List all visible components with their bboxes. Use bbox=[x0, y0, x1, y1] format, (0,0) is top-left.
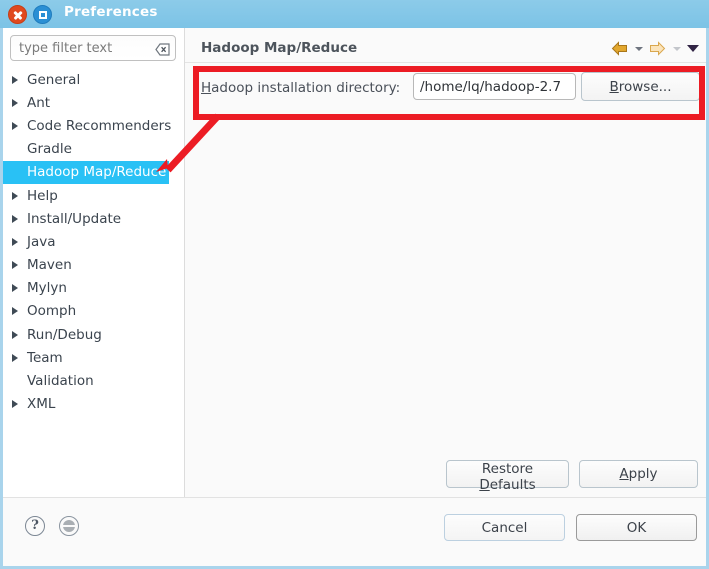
sidebar-item-code-recommenders[interactable]: Code Recommenders bbox=[3, 114, 184, 137]
help-icon[interactable]: ? bbox=[25, 516, 45, 536]
back-arrow-icon[interactable] bbox=[610, 39, 629, 58]
maximize-icon[interactable] bbox=[33, 5, 52, 24]
view-menu-chevron-down-icon[interactable] bbox=[686, 39, 699, 58]
browse-mnemonic: B bbox=[609, 78, 619, 95]
clear-filter-icon[interactable] bbox=[155, 41, 170, 56]
sidebar-item-label: Ant bbox=[27, 94, 51, 111]
dialog-footer: ? Cancel OK bbox=[3, 497, 706, 566]
close-icon[interactable] bbox=[8, 5, 27, 24]
hadoop-installation-directory-label: Hadoop installation directory: bbox=[201, 80, 400, 96]
expand-triangle-icon[interactable] bbox=[12, 307, 27, 316]
sidebar-item-team[interactable]: Team bbox=[3, 346, 184, 369]
sidebar-item-general[interactable]: General bbox=[3, 68, 184, 91]
apply-mnemonic: A bbox=[619, 466, 629, 482]
sidebar-item-help[interactable]: Help bbox=[3, 184, 184, 207]
restore-prefix: Restore bbox=[481, 461, 534, 477]
expand-triangle-icon[interactable] bbox=[12, 98, 27, 107]
sidebar-item-mylyn[interactable]: Mylyn bbox=[3, 277, 184, 300]
sidebar-item-maven[interactable]: Maven bbox=[3, 254, 184, 277]
sidebar-item-label: Team bbox=[27, 349, 63, 366]
hadoop-installation-directory-row: Hadoop installation directory: Browse... bbox=[185, 70, 706, 108]
sidebar-item-label: XML bbox=[27, 396, 56, 413]
expand-triangle-icon[interactable] bbox=[12, 75, 27, 84]
window-titlebar: Preferences bbox=[0, 0, 709, 28]
page-navigation-toolbar bbox=[610, 39, 699, 58]
expand-triangle-icon[interactable] bbox=[12, 353, 27, 362]
apply-rest: pply bbox=[628, 466, 658, 482]
restore-mnemonic: D bbox=[479, 477, 490, 493]
label-mnemonic: H bbox=[201, 80, 212, 96]
sidebar-item-oomph[interactable]: Oomph bbox=[3, 300, 184, 323]
sidebar-item-label: Hadoop Map/Reduce bbox=[27, 164, 167, 181]
expand-triangle-icon[interactable] bbox=[12, 330, 27, 339]
sidebar-item-label: Run/Debug bbox=[27, 326, 102, 343]
dialog-action-buttons: Cancel OK bbox=[444, 514, 697, 541]
preferences-tree-pane: General Ant Code Recommenders Gradle Hadoop … bbox=[3, 28, 185, 497]
browse-text: rowse... bbox=[618, 78, 672, 95]
sidebar-item-label: Gradle bbox=[27, 141, 72, 158]
back-history-chevron-down-icon[interactable] bbox=[632, 39, 645, 58]
window-title: Preferences bbox=[64, 4, 158, 20]
ok-button[interactable]: OK bbox=[576, 514, 697, 541]
sidebar-item-install-update[interactable]: Install/Update bbox=[3, 207, 184, 230]
restore-rest: efaults bbox=[489, 477, 536, 493]
sidebar-item-label: Code Recommenders bbox=[27, 117, 172, 134]
sidebar-item-ant[interactable]: Ant bbox=[3, 91, 184, 114]
preferences-dialog: Preferences GeneralAntCode RecommendersG… bbox=[0, 0, 709, 569]
expand-triangle-icon[interactable] bbox=[12, 400, 27, 409]
preference-page-hadoop-map-reduce: Hadoop Map/Reduce Hadoop installation di… bbox=[185, 28, 706, 497]
sidebar-item-run-debug[interactable]: Run/Debug bbox=[3, 323, 184, 346]
search-input[interactable] bbox=[10, 35, 176, 61]
sidebar-item-label: Install/Update bbox=[27, 210, 122, 227]
expand-triangle-icon[interactable] bbox=[12, 261, 27, 270]
dialog-content: General Ant Code Recommenders Gradle Hadoop … bbox=[3, 28, 706, 497]
page-action-buttons: Restore Defaults Apply bbox=[446, 460, 698, 493]
sidebar-item-gradle[interactable]: Gradle bbox=[3, 138, 184, 161]
sidebar-item-label: Java bbox=[27, 233, 56, 250]
expand-triangle-icon[interactable] bbox=[12, 191, 27, 200]
sidebar-item-label: Validation bbox=[27, 373, 94, 390]
page-title: Hadoop Map/Reduce bbox=[201, 40, 358, 56]
sidebar-item-label: General bbox=[27, 71, 81, 88]
shell-status-icon[interactable] bbox=[59, 516, 79, 536]
forward-history-chevron-down-icon[interactable] bbox=[670, 39, 683, 58]
header-divider bbox=[185, 62, 706, 63]
sidebar-item-label: Oomph bbox=[27, 303, 77, 320]
cancel-button[interactable]: Cancel bbox=[444, 514, 565, 541]
expand-triangle-icon[interactable] bbox=[12, 214, 27, 223]
sidebar-item-xml[interactable]: XML bbox=[3, 393, 184, 416]
expand-triangle-icon[interactable] bbox=[12, 237, 27, 246]
preferences-tree[interactable]: General Ant Code Recommenders Gradle Hadoop … bbox=[3, 68, 184, 416]
sidebar-item-label: Maven bbox=[27, 257, 72, 274]
sidebar-item-validation[interactable]: Validation bbox=[3, 369, 184, 392]
sidebar-item-hadoop-map-reduce[interactable]: Hadoop Map/Reduce bbox=[3, 160, 169, 184]
restore-defaults-button[interactable]: Restore Defaults bbox=[446, 460, 569, 493]
sidebar-item-label: Mylyn bbox=[27, 280, 67, 297]
dialog-body: General Ant Code Recommenders Gradle Hadoop … bbox=[0, 28, 709, 569]
label-text: adoop installation directory: bbox=[211, 80, 401, 96]
apply-button[interactable]: Apply bbox=[579, 460, 698, 488]
hadoop-installation-directory-input[interactable] bbox=[413, 73, 576, 100]
expand-triangle-icon[interactable] bbox=[12, 284, 27, 293]
expand-triangle-icon[interactable] bbox=[12, 121, 27, 130]
forward-arrow-icon[interactable] bbox=[648, 39, 667, 58]
browse-button[interactable]: Browse... bbox=[581, 72, 700, 101]
sidebar-item-label: Help bbox=[27, 187, 58, 204]
filter-field-wrapper bbox=[10, 35, 176, 61]
sidebar-item-java[interactable]: Java bbox=[3, 230, 184, 253]
